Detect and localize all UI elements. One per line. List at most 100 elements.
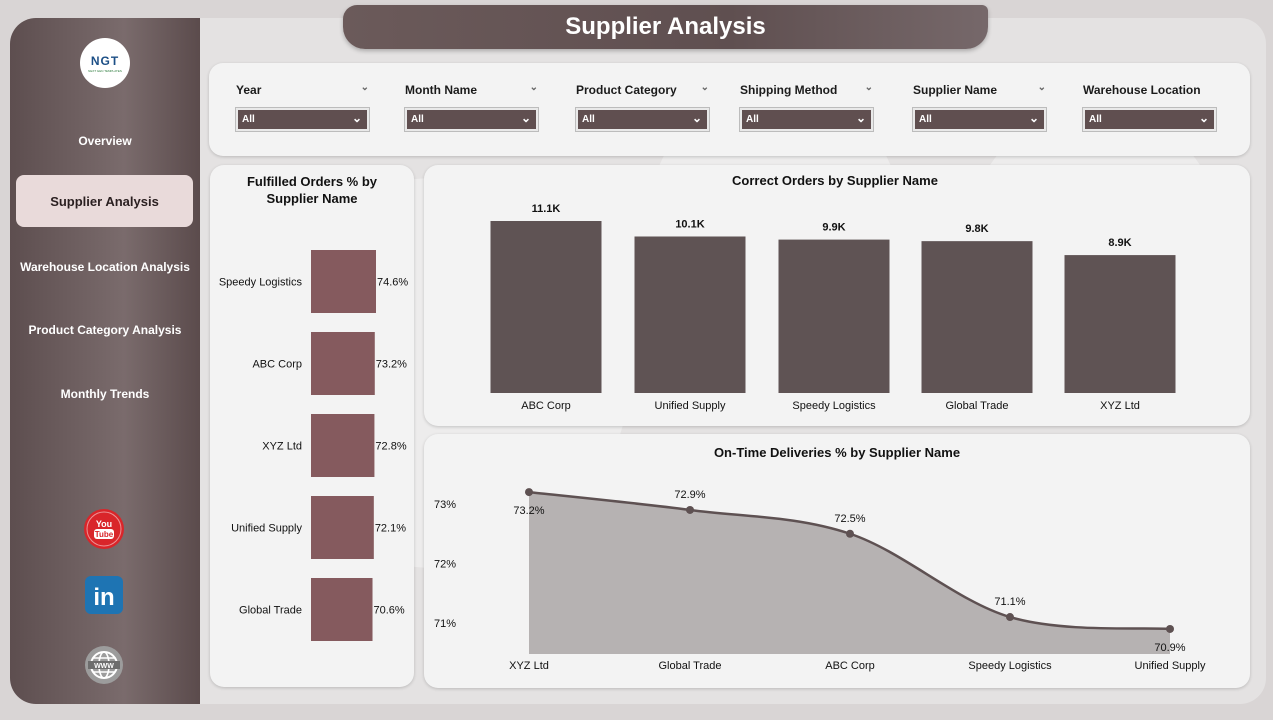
chevron-down-icon[interactable]: ⌄ bbox=[1038, 82, 1046, 93]
svg-text:You: You bbox=[96, 519, 112, 529]
data-label: 9.8K bbox=[965, 223, 988, 235]
category-label: ABC Corp bbox=[252, 359, 302, 371]
bar-unified-supply[interactable] bbox=[311, 496, 374, 559]
dropdown-arrow-icon: ⌄ bbox=[1028, 111, 1039, 125]
filter-dropdown[interactable]: All ⌄ bbox=[575, 107, 710, 132]
svg-text:Tube: Tube bbox=[95, 530, 114, 539]
data-label: 11.1K bbox=[532, 203, 561, 215]
filter-supplier-name: Supplier Name ⌄ All ⌄ bbox=[912, 82, 1047, 132]
filter-dropdown[interactable]: All ⌄ bbox=[912, 107, 1047, 132]
category-label: Unified Supply bbox=[231, 523, 302, 535]
nav-item-product-category-analysis[interactable]: Product Category Analysis bbox=[10, 323, 200, 337]
filter-month-name: Month Name ⌄ All ⌄ bbox=[404, 82, 539, 132]
category-label: Global Trade bbox=[946, 400, 1009, 412]
data-label: 72.5% bbox=[834, 513, 865, 525]
data-point-abc-corp[interactable] bbox=[846, 529, 854, 538]
bar-xyz-ltd[interactable] bbox=[311, 414, 375, 477]
data-point-xyz-ltd[interactable] bbox=[525, 488, 533, 497]
nav-item-supplier-analysis[interactable]: Supplier Analysis bbox=[16, 175, 193, 227]
filter-shipping-method: Shipping Method ⌄ All ⌄ bbox=[739, 82, 874, 132]
logo-text: NGT bbox=[90, 53, 120, 68]
filter-year: Year ⌄ All ⌄ bbox=[235, 82, 370, 132]
category-label: ABC Corp bbox=[521, 400, 571, 412]
category-label: Speedy Logistics bbox=[219, 277, 303, 289]
bar-global-trade[interactable] bbox=[311, 578, 373, 641]
filter-warehouse-location: Warehouse Location All ⌄ bbox=[1082, 83, 1217, 132]
data-label: 8.9K bbox=[1108, 237, 1131, 249]
svg-text:WWW: WWW bbox=[94, 663, 114, 670]
category-label: XYZ Ltd bbox=[509, 660, 549, 672]
y-axis-tick-label: 73% bbox=[434, 499, 456, 511]
nav-item-overview[interactable]: Overview bbox=[10, 134, 200, 148]
dropdown-arrow-icon: ⌄ bbox=[855, 111, 866, 125]
data-point-unified-supply[interactable] bbox=[1166, 624, 1174, 633]
bar-xyz-ltd[interactable] bbox=[1064, 255, 1176, 393]
data-label: 72.1% bbox=[375, 523, 406, 535]
category-label: Unified Supply bbox=[655, 400, 726, 412]
data-label: 71.1% bbox=[994, 596, 1025, 608]
filter-label: Month Name ⌄ bbox=[405, 82, 538, 97]
bar-abc-corp[interactable] bbox=[311, 332, 375, 395]
nav-item-monthly-trends[interactable]: Monthly Trends bbox=[10, 387, 200, 401]
category-label: Unified Supply bbox=[1135, 660, 1206, 672]
correct-orders-panel: Correct Orders by Supplier Name 11.1K ABC… bbox=[424, 165, 1250, 426]
filter-label: Supplier Name ⌄ bbox=[913, 82, 1046, 97]
filter-label: Shipping Method ⌄ bbox=[740, 82, 873, 97]
data-label: 73.2% bbox=[513, 505, 544, 517]
on-time-deliveries-panel: On-Time Deliveries % by Supplier Name 73… bbox=[424, 434, 1250, 688]
correct-orders-chart: 11.1K ABC Corp 10.1K Unified Supply 9.9K Spee… bbox=[490, 203, 1176, 412]
category-label: Speedy Logistics bbox=[968, 660, 1052, 672]
chevron-down-icon[interactable]: ⌄ bbox=[530, 82, 538, 93]
category-label: Global Trade bbox=[239, 605, 302, 617]
chevron-down-icon[interactable]: ⌄ bbox=[865, 82, 873, 93]
category-label: XYZ Ltd bbox=[1100, 400, 1140, 412]
filter-dropdown[interactable]: All ⌄ bbox=[739, 107, 874, 132]
globe-icon[interactable]: WWW bbox=[83, 644, 125, 686]
y-axis-tick-label: 71% bbox=[434, 618, 456, 630]
chevron-down-icon[interactable]: ⌄ bbox=[361, 82, 369, 93]
nav-item-warehouse-location-analysis[interactable]: Warehouse Location Analysis bbox=[10, 260, 200, 274]
data-point-speedy-logistics[interactable] bbox=[1006, 613, 1014, 622]
dropdown-arrow-icon: ⌄ bbox=[520, 111, 531, 125]
data-label: 73.2% bbox=[376, 359, 407, 371]
data-point-global-trade[interactable] bbox=[686, 505, 694, 514]
bar-speedy-logistics[interactable] bbox=[311, 250, 376, 313]
page-title: Supplier Analysis bbox=[343, 5, 988, 49]
filter-product-category: Product Category ⌄ All ⌄ bbox=[575, 82, 710, 132]
linkedin-icon[interactable]: in bbox=[83, 574, 125, 616]
youtube-icon[interactable]: You Tube bbox=[83, 508, 125, 550]
data-label: 72.8% bbox=[375, 441, 406, 453]
data-label: 74.6% bbox=[377, 277, 408, 289]
filter-label: Warehouse Location bbox=[1083, 83, 1201, 97]
filter-dropdown[interactable]: All ⌄ bbox=[404, 107, 539, 132]
filter-label: Product Category ⌄ bbox=[576, 82, 709, 97]
filter-dropdown[interactable]: All ⌄ bbox=[1082, 107, 1217, 132]
dropdown-arrow-icon: ⌄ bbox=[351, 111, 362, 125]
company-logo[interactable]: NGT NEXT GEN TEMPLATES bbox=[80, 38, 130, 88]
dropdown-arrow-icon: ⌄ bbox=[691, 111, 702, 125]
filter-panel: Year ⌄ All ⌄ Month Name ⌄ All ⌄ Product Category… bbox=[209, 63, 1250, 156]
filter-label: Year ⌄ bbox=[236, 82, 369, 97]
fulfilled-orders-panel: Fulfilled Orders % by Supplier Name Spee… bbox=[210, 165, 414, 687]
data-label: 70.6% bbox=[374, 605, 405, 617]
data-label: 72.9% bbox=[674, 489, 705, 501]
category-label: XYZ Ltd bbox=[262, 441, 302, 453]
category-label: ABC Corp bbox=[825, 660, 875, 672]
category-label: Speedy Logistics bbox=[792, 400, 876, 412]
bar-speedy-logistics[interactable] bbox=[778, 239, 890, 393]
dropdown-arrow-icon: ⌄ bbox=[1198, 111, 1209, 125]
bar-unified-supply[interactable] bbox=[634, 236, 746, 393]
fulfilled-orders-chart: Speedy Logistics 74.6% ABC Corp 73.2% XYZ Lt… bbox=[219, 250, 408, 641]
sidebar: NGT NEXT GEN TEMPLATES Overview Supplier… bbox=[10, 18, 200, 704]
chevron-down-icon[interactable]: ⌄ bbox=[701, 82, 709, 93]
data-label: 9.9K bbox=[822, 222, 845, 234]
filter-dropdown[interactable]: All ⌄ bbox=[235, 107, 370, 132]
data-label: 70.9% bbox=[1154, 642, 1185, 654]
svg-text:in: in bbox=[93, 584, 114, 611]
y-axis-tick-label: 72% bbox=[434, 559, 456, 571]
logo-subtext: NEXT GEN TEMPLATES bbox=[88, 68, 122, 73]
data-label: 10.1K bbox=[675, 218, 704, 230]
on-time-deliveries-chart: 73% 72% 71% 73.2% XYZ Ltd 72.9% Global Trade 72… bbox=[434, 488, 1206, 672]
bar-global-trade[interactable] bbox=[921, 241, 1033, 393]
bar-abc-corp[interactable] bbox=[490, 221, 602, 393]
